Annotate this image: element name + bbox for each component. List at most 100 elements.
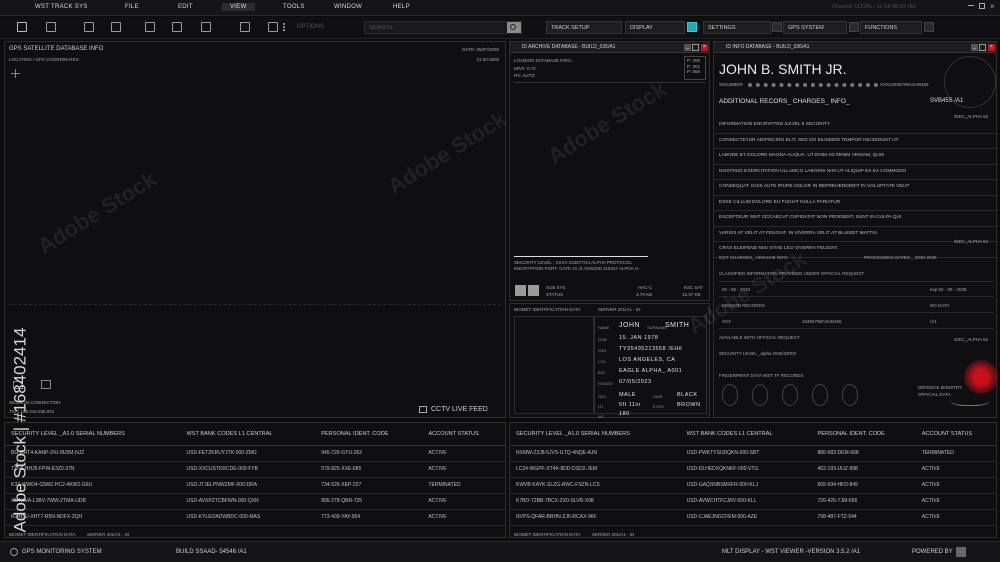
gps-panel: GPS SATELLITE DATABASE INFO LOCATION / G… xyxy=(4,41,506,418)
table-cell: USD-JTJELPNWZMF-000-DRA xyxy=(180,477,316,494)
table-row[interactable]: TZN5-BHJ5-FPW-E3Z0-37N USD-XXCUSTKRCDE-00… xyxy=(5,461,505,478)
close-icon[interactable]: × xyxy=(990,2,995,11)
duplicate-icon[interactable] xyxy=(172,22,182,32)
xxx-label: XXX xyxy=(722,319,732,324)
film-icon[interactable] xyxy=(41,380,51,389)
table-cell: USD-AVXPZTCBFWN-000-QXN xyxy=(180,493,316,510)
menu-window[interactable]: WINDOW xyxy=(334,4,362,10)
column-header[interactable]: WST BANK CODES L1 CENTRAL xyxy=(180,423,316,446)
security-line-1: SECURITY LEVEL : XXXX 234577/44 ALPHA PR… xyxy=(514,260,632,265)
table-row[interactable]: K3Z-WWD4-G5MZ-HC2-4KW2-G6U USD-JTJELPNWZM… xyxy=(5,477,505,494)
dec-code-2: /DEC_ALPHA 53 xyxy=(954,239,989,244)
display-button[interactable]: DISPLAY xyxy=(625,21,685,34)
menu-edit[interactable]: EDIT xyxy=(178,4,193,10)
ggt-label: GGT CHARGES_ ARCHIVE INFO xyxy=(719,255,788,260)
info-close-icon[interactable]: × xyxy=(988,44,995,51)
table-cell: ACTIVE xyxy=(422,445,505,462)
table-cell: 773-439-YAY-954 xyxy=(315,509,423,526)
table-cell: K3Z-WWD4-G5MZ-HC2-4KW2-G6U xyxy=(5,477,181,494)
column-header[interactable]: ACCOUNT STATUS xyxy=(915,423,996,446)
snumber-value: XXX23456798ASVB455 xyxy=(880,82,929,87)
biomet-surname: SMITH xyxy=(665,322,690,329)
column-header[interactable]: PERSONAL IDENT. CODE xyxy=(315,423,423,446)
info-minimize-icon[interactable]: _ xyxy=(971,44,978,51)
open-icon[interactable] xyxy=(46,22,56,32)
table-cell: ACTIVE xyxy=(422,461,505,478)
gps-system-button[interactable]: GPS SYSTEM xyxy=(783,21,847,34)
options-label[interactable]: OPTIONS xyxy=(297,24,324,30)
biomet-server: SERVER 201/A1 - ID xyxy=(598,307,641,312)
table-cell: TZN5-BHJ5-FPW-E3Z0-37N xyxy=(5,461,181,478)
table-row[interactable]: NVPS-QFAR-BRHN-ZJ6-RCAX-96F USD-CJAEJNGCF… xyxy=(510,509,996,526)
table-cell: ACTIVE xyxy=(915,477,996,494)
table-row[interactable]: R3-B5U-XHT7-R5N-NDFX-2QH USD-KYLEOADWBDC-… xyxy=(5,509,505,526)
functions-button[interactable]: FUNCTIONS xyxy=(860,21,922,34)
copy-icon[interactable] xyxy=(201,22,211,32)
menu-file[interactable]: FILE xyxy=(125,4,139,10)
track-setup-button[interactable]: TRACK SETUP xyxy=(546,21,622,34)
zoom-in-icon[interactable] xyxy=(515,285,526,296)
biomet-wt: 180 xyxy=(619,411,630,417)
biomet-sex: MALE xyxy=(619,392,636,398)
settings-button[interactable]: SETTINGS xyxy=(703,21,771,34)
sub-sys-label: SUB SYS xyxy=(546,285,566,290)
gps-toggle[interactable] xyxy=(849,22,859,32)
table-cell: ACTIVE xyxy=(915,493,996,510)
search-input[interactable]: SEARCH... xyxy=(364,21,522,34)
table-cell: TERMINATED xyxy=(915,445,996,462)
table-row[interactable]: LC24-WGPF-XT4K-8DD-DSD2-JEM USD-DLHEDXQKN… xyxy=(510,461,996,478)
column-header[interactable]: WST BANK CODES L1 CENTRAL xyxy=(680,423,812,446)
print-icon[interactable] xyxy=(240,22,250,32)
table-cell: ACTIVE xyxy=(915,509,996,526)
document-icon[interactable] xyxy=(145,22,155,32)
fingerprint-label: FINGERPRINT DATA WST TF RECORDS xyxy=(719,373,804,378)
minimize-icon[interactable] xyxy=(968,5,974,6)
folder-icon[interactable] xyxy=(17,22,27,32)
table-row[interactable]: NXMW-Z3J8-5JVS-GTQ-4NQE-AJN USD-PWKTYSUDQ… xyxy=(510,445,996,462)
menu-view[interactable]: VIEW xyxy=(222,3,255,11)
info-line: ESSE CILLUM DOLORE EU FUGIAT NULLA PARIA… xyxy=(714,196,998,211)
archive-close-icon[interactable]: × xyxy=(701,44,708,51)
menu-help[interactable]: HELP xyxy=(393,4,410,10)
table-cell: BG-GRT4-KANP-Z4J-8U5M-NJZ xyxy=(5,445,181,462)
table-row[interactable]: BG-GRT4-KANP-Z4J-8U5M-NJZ USD-FETZKRUYJTK… xyxy=(5,445,505,462)
display-toggle[interactable] xyxy=(687,22,697,32)
snumber-label: S/NUMBER xyxy=(719,82,743,87)
fingerprint-icon xyxy=(812,384,828,406)
menu-tools[interactable]: TOOLS xyxy=(283,4,305,10)
maximize-icon[interactable] xyxy=(979,3,985,9)
ksc-label: KSC SAT xyxy=(684,285,703,290)
zoom-out-icon[interactable] xyxy=(528,285,539,296)
biomet-dob: 15. JAN 1978 xyxy=(619,335,659,341)
save-icon[interactable] xyxy=(84,22,94,32)
new-document-icon[interactable] xyxy=(111,22,121,32)
dec-code-3: /DEC_ALPHA 53 xyxy=(954,337,989,342)
column-header[interactable]: SECURITY LEVEL _A1.0 SERIAL NUMBERS xyxy=(510,423,681,446)
archive-minimize-icon[interactable]: _ xyxy=(684,44,691,51)
functions-toggle[interactable] xyxy=(924,22,934,32)
fingerprints xyxy=(722,384,862,412)
hac-value: 3.79 KB xyxy=(636,292,653,297)
table-row[interactable]: KWVB-KAYK-SLZG-RWC-FSZN-LCS USD-GAQSNBSMX… xyxy=(510,477,996,494)
archive-titlebar[interactable]: ID ARCHIVE DATABASE - BUILD_035/A1 _ × xyxy=(510,42,709,53)
fingerprint-icon xyxy=(752,384,768,406)
person-name: JOHN B. SMITH JR. xyxy=(719,61,847,77)
table-row[interactable]: X5-NJVA-L3BV-7WW-2TMA-UDB USD-AVXPZTCBFWN… xyxy=(5,493,505,510)
column-header[interactable]: SECURITY LEVEL _A1.0 SERIAL NUMBERS xyxy=(5,423,181,446)
archive-window: ID ARCHIVE DATABASE - BUILD_035/A1 _ × L… xyxy=(509,41,710,301)
table-cell: USD-PWKTYSUDQKN-000-SBT xyxy=(680,445,812,462)
column-header[interactable]: PERSONAL IDENT. CODE xyxy=(811,423,916,446)
list-icon[interactable] xyxy=(283,23,289,31)
table-row[interactable]: K7BO-72BB-7BCX-ZX0-SLVR-X98 USD-AVWCHTFCJ… xyxy=(510,493,996,510)
table-footer-mid: SERVER 201/A1 - ID xyxy=(87,532,130,537)
info-titlebar[interactable]: ID INFO DATABASE - BUILD_036/A1 _ × xyxy=(714,42,996,53)
hac-label: HAC-C xyxy=(638,285,653,290)
cctv-live-feed[interactable]: CCTV LIVE FEED xyxy=(431,406,488,413)
archive-maximize-icon[interactable] xyxy=(692,44,699,51)
fingerprint-icon xyxy=(722,384,738,406)
search-icon[interactable] xyxy=(507,22,521,33)
column-header[interactable]: ACCOUNT STATUS xyxy=(422,423,505,446)
info-maximize-icon[interactable] xyxy=(979,44,986,51)
grid-icon[interactable] xyxy=(268,22,278,32)
settings-toggle[interactable] xyxy=(772,22,782,32)
